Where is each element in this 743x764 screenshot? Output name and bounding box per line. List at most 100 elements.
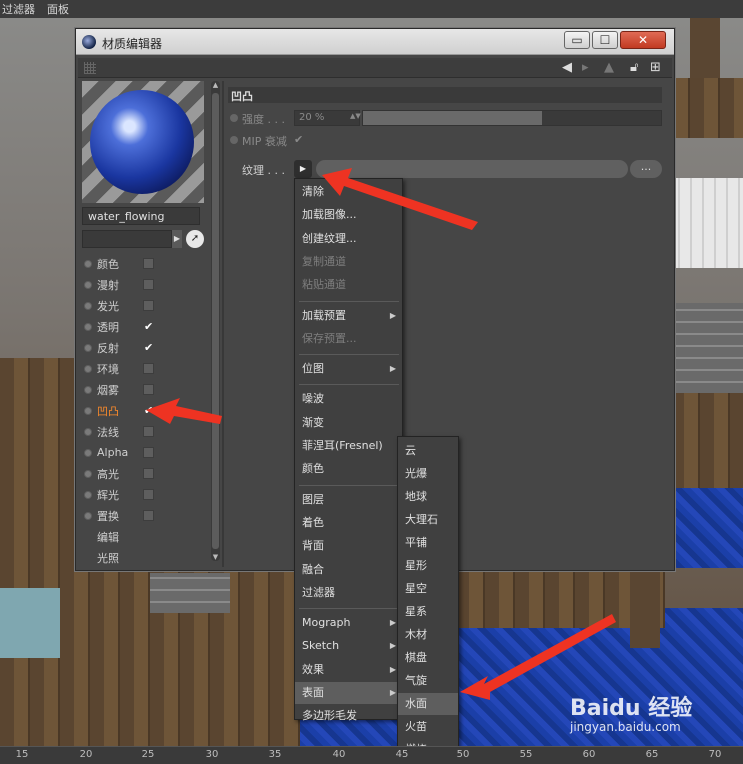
channel-checkbox[interactable]: ✔ xyxy=(143,342,154,353)
texture-menu-button[interactable]: ▶ xyxy=(294,160,312,178)
strength-anim-dot[interactable] xyxy=(230,114,238,122)
texture-menu-item[interactable]: 多边形毛发 xyxy=(295,705,402,727)
panel-divider[interactable] xyxy=(222,81,224,567)
mip-anim-dot[interactable] xyxy=(230,136,238,144)
channel-item[interactable]: 发光 xyxy=(82,295,212,316)
surface-menu-item[interactable]: 地球 xyxy=(398,486,458,508)
channel-checkbox[interactable] xyxy=(143,300,154,311)
channel-dot-icon xyxy=(84,343,92,352)
menu-item-label: 星系 xyxy=(405,605,427,618)
channel-checkbox[interactable] xyxy=(143,468,154,479)
surface-menu-item[interactable]: 云 xyxy=(398,440,458,462)
back-arrow-icon[interactable]: ◀ xyxy=(562,60,572,75)
channel-item[interactable]: 漫射 xyxy=(82,274,212,295)
channel-item[interactable]: 辉光 xyxy=(82,484,212,505)
texture-menu-item[interactable]: 表面 ▶ xyxy=(295,682,402,704)
surface-menu-item[interactable]: 火苗 xyxy=(398,716,458,738)
texture-menu-item[interactable]: 效果 ▶ xyxy=(295,659,402,681)
surface-menu-item[interactable]: 星空 xyxy=(398,578,458,600)
texture-field[interactable] xyxy=(316,160,628,178)
texture-menu-item[interactable]: 过滤器 xyxy=(295,582,402,604)
channel-checkbox[interactable] xyxy=(143,279,154,290)
channel-item[interactable]: 反射 ✔ xyxy=(82,337,212,358)
texture-menu-item[interactable]: 着色 xyxy=(295,512,402,534)
material-preview[interactable] xyxy=(82,81,204,203)
left-scrollbar[interactable]: ▲ ▼ xyxy=(211,81,220,561)
surface-menu-item[interactable]: 水面 xyxy=(398,693,458,715)
surface-menu-item[interactable]: 光爆 xyxy=(398,463,458,485)
channel-extra-item[interactable]: 编辑 xyxy=(82,526,212,547)
texture-menu-item[interactable]: Mograph ▶ xyxy=(295,612,402,634)
texture-menu-item[interactable]: 背面 xyxy=(295,535,402,557)
channel-checkbox[interactable] xyxy=(143,258,154,269)
channel-checkbox[interactable] xyxy=(143,447,154,458)
maximize-button[interactable]: ☐ xyxy=(592,31,618,49)
lock-icon[interactable]: 🔓︎ xyxy=(630,60,638,75)
channel-item[interactable]: 法线 xyxy=(82,421,212,442)
surface-menu-item[interactable]: 星系 xyxy=(398,601,458,623)
channel-dot-icon xyxy=(84,511,92,520)
texture-menu-item[interactable]: 菲涅耳(Fresnel) xyxy=(295,435,402,457)
surface-menu-item[interactable]: 大理石 xyxy=(398,509,458,531)
grip-handle-icon[interactable] xyxy=(84,62,96,74)
channel-item[interactable]: Alpha xyxy=(82,442,212,463)
channel-checkbox[interactable]: ✔ xyxy=(143,405,154,416)
surface-menu-item[interactable]: 气旋 xyxy=(398,670,458,692)
channel-item[interactable]: 颜色 xyxy=(82,253,212,274)
channel-checkbox[interactable] xyxy=(143,489,154,500)
surface-menu-item[interactable]: 平铺 xyxy=(398,532,458,554)
channel-checkbox[interactable] xyxy=(143,510,154,521)
scene-stone-pillar xyxy=(150,573,230,613)
texture-menu-item[interactable]: 渐变 xyxy=(295,412,402,434)
texture-browse-button[interactable]: ... xyxy=(630,160,662,178)
mip-checkbox[interactable]: ✔ xyxy=(294,133,303,146)
scene-wooden-deck xyxy=(0,358,80,588)
texture-menu-item[interactable]: Sketch ▶ xyxy=(295,635,402,657)
menu-separator xyxy=(299,384,399,386)
menu-panel[interactable]: 面板 xyxy=(47,1,69,17)
channel-checkbox[interactable] xyxy=(143,426,154,437)
texture-menu-item[interactable]: 创建纹理... xyxy=(295,228,402,250)
strength-slider[interactable] xyxy=(362,110,662,126)
texture-menu-item[interactable]: 噪波 xyxy=(295,388,402,410)
scroll-up-icon[interactable]: ▲ xyxy=(211,81,220,89)
texture-menu-item[interactable]: 融合 xyxy=(295,559,402,581)
menu-item-label: 噪波 xyxy=(302,392,324,406)
forward-arrow-icon[interactable]: ▸ xyxy=(582,60,589,75)
channel-item[interactable]: 高光 xyxy=(82,463,212,484)
close-button[interactable]: ✕ xyxy=(620,31,666,49)
material-selector[interactable] xyxy=(82,230,172,248)
channel-item[interactable]: 烟雾 xyxy=(82,379,212,400)
channel-item[interactable]: 透明 ✔ xyxy=(82,316,212,337)
new-window-icon[interactable]: ⊞ xyxy=(650,60,661,75)
up-arrow-icon[interactable]: ▲ xyxy=(604,60,614,75)
texture-menu-item[interactable]: 加载预置 ▶ xyxy=(295,305,402,327)
texture-menu-item[interactable]: 加载图像... xyxy=(295,204,402,226)
spinner-arrows-icon[interactable]: ▲▼ xyxy=(350,112,361,120)
window-titlebar[interactable]: 材质编辑器 ▭ ☐ ✕ xyxy=(76,29,674,55)
minimize-button[interactable]: ▭ xyxy=(564,31,590,49)
channel-extra-item[interactable]: 光照 xyxy=(82,547,212,568)
menu-filter[interactable]: 过滤器 xyxy=(2,1,35,17)
channel-item[interactable]: 置换 xyxy=(82,505,212,526)
menu-item-label: 棋盘 xyxy=(405,651,427,664)
texture-menu-item[interactable]: 图层 xyxy=(295,489,402,511)
play-arrow-icon[interactable]: ▶ xyxy=(172,230,182,248)
channel-checkbox[interactable]: ✔ xyxy=(143,321,154,332)
texture-menu-item[interactable]: 颜色 xyxy=(295,458,402,480)
texture-menu-item[interactable]: 位图 ▶ xyxy=(295,358,402,380)
picker-cursor-icon[interactable]: ➚ xyxy=(186,230,204,248)
scroll-down-icon[interactable]: ▼ xyxy=(211,553,220,561)
channel-item[interactable]: 环境 xyxy=(82,358,212,379)
material-name-field[interactable]: water_flowing xyxy=(82,207,200,225)
channel-item[interactable]: 凹凸 ✔ xyxy=(82,400,212,421)
texture-menu-item[interactable]: 清除 xyxy=(295,181,402,203)
channel-checkbox[interactable] xyxy=(143,384,154,395)
surface-menu-item[interactable]: 木材 xyxy=(398,624,458,646)
surface-menu-item[interactable]: 星形 xyxy=(398,555,458,577)
channel-checkbox[interactable] xyxy=(143,363,154,374)
menu-item-label: 着色 xyxy=(302,515,324,529)
surface-menu-item[interactable]: 棋盘 xyxy=(398,647,458,669)
scroll-thumb[interactable] xyxy=(212,93,219,549)
menu-item-label: 木材 xyxy=(405,628,427,641)
